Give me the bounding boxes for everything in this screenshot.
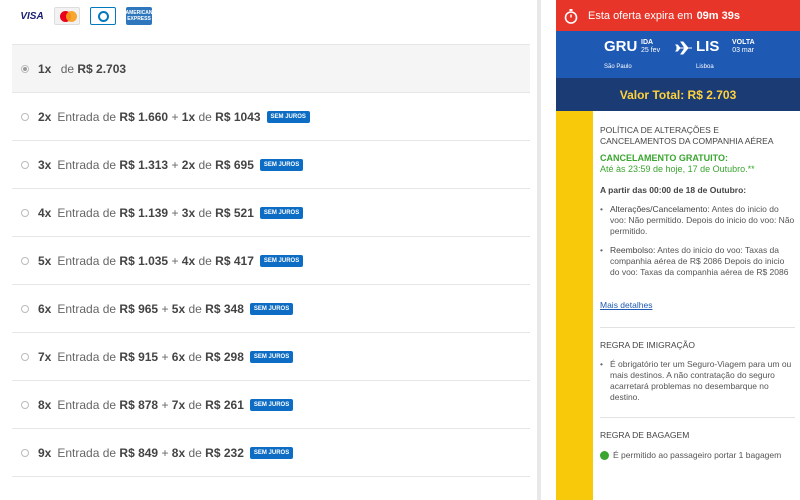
- refund-rule: Reembolso: Antes do inicio do voo: Taxas…: [600, 245, 795, 278]
- flight-summary: GRU IDA 25 fev São Paulo LIS VOLTA 03 ma…: [556, 31, 800, 78]
- radio-button[interactable]: [21, 160, 29, 169]
- panel-divider: [537, 0, 541, 500]
- interest-free-badge: SEM JUROS: [249, 398, 294, 411]
- timer-label: Esta oferta expira em: [588, 9, 693, 22]
- installment-option-7x[interactable]: 7x Entrada de R$ 915 + 6x de R$ 298 SEM J…: [12, 333, 530, 381]
- destination-date: 03 mar: [732, 47, 754, 54]
- accent-stripe: [556, 111, 593, 500]
- origin-code: GRU: [604, 38, 638, 55]
- rules-inner: POLÍTICA DE ALTERAÇÕES E CANCELAMENTOS D…: [600, 111, 795, 461]
- installment-option-8x[interactable]: 8x Entrada de R$ 878 + 7x de R$ 261 SEM J…: [12, 381, 530, 429]
- radio-button[interactable]: [21, 352, 29, 361]
- baggage-title: REGRA DE BAGAGEM: [600, 430, 690, 440]
- origin-date: 25 fev: [641, 47, 661, 54]
- summary-panel: Esta oferta expira em 09m 39s GRU IDA 25 …: [556, 0, 800, 500]
- radio-button[interactable]: [21, 304, 29, 313]
- installment-options: 1x de R$ 2.703 2x Entrada de R$ 1.660 + 1…: [12, 44, 530, 477]
- destination-code: LIS: [696, 38, 720, 55]
- immigration-title: REGRA DE IMIGRAÇÃO: [600, 340, 695, 350]
- origin-leg: IDA: [641, 39, 654, 46]
- radio-button[interactable]: [21, 400, 29, 409]
- airplane-icon: [675, 41, 692, 55]
- installment-option-5x[interactable]: 5x Entrada de R$ 1.035 + 4x de R$ 417 SEM…: [12, 237, 530, 285]
- installment-option-2x[interactable]: 2x Entrada de R$ 1.660 + 1x de R$ 1043 SE…: [12, 93, 530, 141]
- free-cancel-label: CANCELAMENTO GRATUITO:: [600, 153, 728, 163]
- free-cancel-deadline: Até às 23:59 de hoje, 17 de Outubro.**: [600, 164, 755, 174]
- installment-option-9x[interactable]: 9x Entrada de R$ 849 + 8x de R$ 232 SEM J…: [12, 429, 530, 477]
- diners-logo: [90, 7, 116, 25]
- check-icon: [600, 451, 609, 460]
- total-price: Valor Total: R$ 2.703: [556, 78, 800, 111]
- more-details-link[interactable]: Mais detalhes: [600, 300, 652, 310]
- immigration-rule: É obrigatório ter um Seguro-Viagem para …: [600, 359, 795, 403]
- installment-option-6x[interactable]: 6x Entrada de R$ 965 + 5x de R$ 348 SEM J…: [12, 285, 530, 333]
- policy-from-label: A partir das 00:00 de 18 de Outubro:: [600, 185, 747, 195]
- interest-free-badge: SEM JUROS: [249, 302, 294, 315]
- radio-button[interactable]: [21, 448, 29, 457]
- installment-option-3x[interactable]: 3x Entrada de R$ 1.313 + 2x de R$ 695 SEM…: [12, 141, 530, 189]
- destination-city: Lisboa: [696, 64, 714, 70]
- timer-value: 09m 39s: [696, 9, 740, 22]
- changes-rule: Alterações/Cancelamento: Antes do inicio…: [600, 204, 795, 237]
- radio-button[interactable]: [21, 64, 29, 73]
- interest-free-badge: SEM JUROS: [259, 158, 304, 171]
- payment-brands: VISA AMERICAN EXPRESS: [20, 6, 152, 26]
- radio-button[interactable]: [21, 208, 29, 217]
- radio-button[interactable]: [21, 256, 29, 265]
- rules-content: POLÍTICA DE ALTERAÇÕES E CANCELAMENTOS D…: [556, 111, 800, 500]
- interest-free-badge: SEM JUROS: [259, 206, 304, 219]
- installment-count: 1x: [38, 61, 52, 76]
- installment-option-1x[interactable]: 1x de R$ 2.703: [12, 45, 530, 93]
- origin-city: São Paulo: [604, 64, 632, 70]
- baggage-rule: É permitido ao passageiro portar 1 bagag…: [600, 450, 795, 461]
- interest-free-badge: SEM JUROS: [249, 446, 294, 459]
- visa-logo: VISA: [20, 10, 44, 22]
- installment-option-4x[interactable]: 4x Entrada de R$ 1.139 + 3x de R$ 521 SEM…: [12, 189, 530, 237]
- interest-free-badge: SEM JUROS: [249, 350, 294, 363]
- offer-timer-bar: Esta oferta expira em 09m 39s: [556, 0, 800, 31]
- interest-free-badge: SEM JUROS: [259, 254, 304, 267]
- stopwatch-icon: [564, 8, 578, 24]
- radio-button[interactable]: [21, 112, 29, 121]
- interest-free-badge: SEM JUROS: [266, 110, 310, 123]
- mastercard-logo: [54, 7, 80, 25]
- destination-leg: VOLTA: [732, 39, 755, 46]
- policy-title: POLÍTICA DE ALTERAÇÕES E CANCELAMENTOS D…: [600, 125, 774, 146]
- amex-logo: AMERICAN EXPRESS: [126, 7, 152, 25]
